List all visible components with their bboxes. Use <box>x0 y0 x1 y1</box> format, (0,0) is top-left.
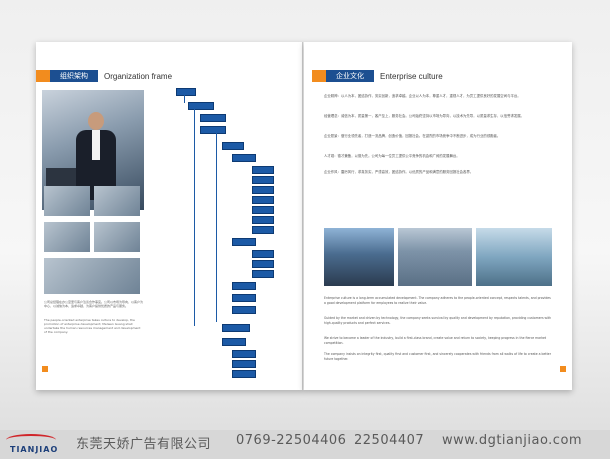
photo-caption-en: The people-oriented enterprise takes cul… <box>44 318 141 334</box>
org-node <box>232 350 256 358</box>
office-photo-1 <box>44 186 90 216</box>
left-section-header: 组织架构 Organization frame <box>36 70 172 82</box>
office-photo-3 <box>44 222 90 252</box>
org-node <box>222 324 250 332</box>
right-page: 企业文化 Enterprise culture 企业精神：以人为本，团结协作，务… <box>304 42 572 390</box>
left-page: 组织架构 Organization frame 公司总经理在办公室里与客户洽谈合… <box>36 42 304 390</box>
org-node <box>188 102 214 110</box>
org-node <box>222 338 246 346</box>
org-trunk-line <box>194 108 195 326</box>
website-link[interactable]: www.dgtianjiao.com <box>442 433 582 448</box>
team-group-photo <box>324 228 394 286</box>
office-photo-5 <box>44 258 140 294</box>
culture-paragraph-en-3: We strive to become a leader of the indu… <box>324 336 547 345</box>
org-node <box>252 196 274 204</box>
org-node <box>232 306 256 314</box>
photo-caption-cn: 公司总经理在办公室里与客户洽谈合作事宜。公司以市场为导向，以客户为中心，以诚信为… <box>44 300 144 308</box>
org-node <box>200 126 226 134</box>
org-node <box>222 142 244 150</box>
org-node <box>232 294 256 302</box>
logo-text: TIANJIAO <box>10 445 59 454</box>
company-logo: TIANJIAO <box>2 432 64 454</box>
right-section-header: 企业文化 Enterprise culture <box>312 70 443 82</box>
culture-paragraph-en-2: Guided by the market and driven by techn… <box>324 316 552 325</box>
culture-paragraph-cn-4: 人才观：德才兼备，以德为先。公司为每一位员工提供公平竞争的机会和广阔的发展舞台。 <box>324 154 460 158</box>
org-node <box>200 114 226 122</box>
office-photo-4 <box>94 222 140 252</box>
org-node <box>252 260 274 268</box>
culture-paragraph-cn-3: 企业愿景：做行业领先者，打造一流品牌，创造价值，回报社会。在激烈的市场竞争中不断… <box>324 134 501 138</box>
org-branch-line <box>216 132 217 322</box>
culture-paragraph-cn-2: 经营理念：诚信为本，质量第一，客户至上，服务社会。公司始终坚持以市场为导向，以技… <box>324 114 525 118</box>
org-node <box>232 282 256 290</box>
org-node <box>252 270 274 278</box>
sports-photo-1 <box>398 228 472 286</box>
org-connector <box>184 95 185 103</box>
company-name: 东莞天娇广告有限公司 <box>76 437 212 452</box>
culture-paragraph-cn-1: 企业精神：以人为本，团结协作，务实创新，追求卓越。企业以人为本，尊重人才，重视人… <box>324 94 521 98</box>
culture-paragraph-en-4: The company insists on integrity first, … <box>324 352 551 361</box>
org-node <box>232 238 256 246</box>
phone-number-2: 22504407 <box>354 433 425 448</box>
section-title-cn: 企业文化 <box>326 70 374 82</box>
office-photo-2 <box>94 186 140 216</box>
sports-photo-2 <box>476 228 552 286</box>
org-node <box>232 154 256 162</box>
section-title-en: Enterprise culture <box>380 71 443 81</box>
org-node <box>252 176 274 184</box>
org-node <box>252 186 274 194</box>
page-number-tab <box>560 366 566 372</box>
org-node <box>252 166 274 174</box>
page-number-tab <box>42 366 48 372</box>
section-accent <box>312 70 326 82</box>
laptop-image <box>46 168 76 186</box>
org-node <box>232 370 256 378</box>
culture-paragraph-cn-5: 企业作风：雷厉风行，求真务实，严谨高效，团结协作。以优质的产品和满意的服务回报社… <box>324 170 474 174</box>
org-node <box>176 88 196 96</box>
phone-number-1: 0769-22504406 <box>236 433 347 448</box>
culture-paragraph-en-1: Enterprise culture is a long-term accumu… <box>324 296 551 305</box>
org-node <box>252 206 274 214</box>
org-node <box>252 216 274 224</box>
org-node <box>252 250 274 258</box>
org-node <box>232 360 256 368</box>
org-node <box>252 226 274 234</box>
section-accent <box>36 70 50 82</box>
section-title-en: Organization frame <box>104 71 173 81</box>
section-title-cn: 组织架构 <box>50 70 98 82</box>
